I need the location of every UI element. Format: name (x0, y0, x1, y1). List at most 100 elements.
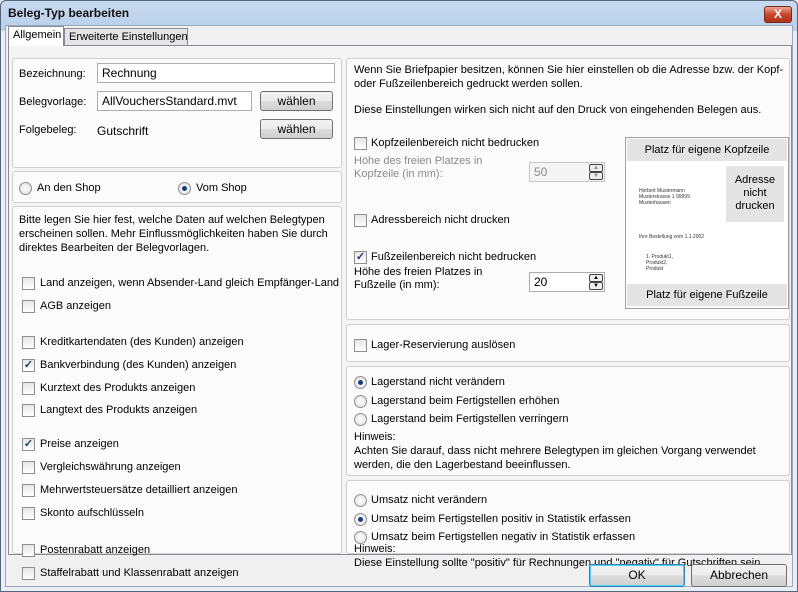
intro-line: oder Fußzeilenbereich gedruckt werden so… (354, 78, 583, 90)
tab-allgemein[interactable]: Allgemein (8, 26, 64, 46)
stock-reservation-label: Lager-Reservierung auslösen (371, 339, 516, 351)
belegvorlage-field[interactable]: AllVouchersStandard.mvt (97, 91, 252, 111)
belegvorlage-label: Belegvorlage: (19, 96, 87, 108)
stock-unchanged-radio[interactable] (354, 376, 367, 389)
data-option-label: Mehrwertsteuersätze detailliert anzeigen (40, 484, 238, 496)
data-option-checkbox[interactable] (22, 359, 35, 372)
hint-title: Hinweis: (354, 543, 396, 555)
folgebeleg-choose-button[interactable]: wählen (260, 119, 333, 139)
footer-area-label: Fußzeilenbereich nicht bedrucken (371, 251, 537, 263)
bezeichnung-label: Bezeichnung: (19, 68, 86, 80)
data-option-label: Vergleichswährung anzeigen (40, 461, 181, 473)
data-option-label: Skonto aufschlüsseln (40, 507, 144, 519)
label-line: Höhe des freien Platzes in (354, 155, 483, 167)
data-option-checkbox[interactable] (22, 404, 35, 417)
tab-erweiterte-einstellungen[interactable]: Erweiterte Einstellungen (64, 28, 188, 46)
data-option-checkbox[interactable] (22, 461, 35, 474)
label-line: Höhe des freien Platzes in (354, 266, 483, 278)
data-option-label: AGB anzeigen (40, 300, 111, 312)
preview-sender: Herbert Mustermann Musterstrasse 1 99999… (639, 188, 690, 206)
data-option-checkbox[interactable] (22, 507, 35, 520)
label-line: Kopfzeile (in mm): (354, 168, 443, 180)
data-option-checkbox[interactable] (22, 484, 35, 497)
vom-shop-radio[interactable] (178, 182, 191, 195)
window-title: Beleg-Typ bearbeiten (8, 6, 130, 20)
address-line: Adresse (734, 174, 776, 186)
intro-line: direktes Bearbeiten der Belegvorlagen. (19, 242, 210, 254)
address-line: nicht (743, 187, 767, 199)
data-options-group: Bitte legen Sie hier fest, welche Daten … (12, 206, 342, 580)
stock-options-group: Lagerstand nicht verändern Lagerstand be… (346, 366, 790, 476)
header-area-checkbox[interactable] (354, 137, 367, 150)
header-height-spinner: 50 ▲ ▼ (529, 162, 605, 182)
address-line: drucken (735, 200, 775, 212)
dialog-window: Beleg-Typ bearbeiten X Allgemein Erweite… (0, 0, 798, 592)
intro-line: Wenn Sie Briefpapier besitzen, können Si… (354, 64, 784, 76)
preview-address-area: Adresse nicht drucken (726, 166, 784, 222)
sender-line: Musterhausen (639, 200, 671, 206)
letter-preview: Platz für eigene Kopfzeile Adresse nicht… (625, 137, 789, 309)
hint-line: Achten Sie darauf, dass nicht mehrere Be… (354, 445, 756, 457)
stock-increase-radio[interactable] (354, 395, 367, 408)
intro-line: Bitte legen Sie hier fest, welche Daten … (19, 214, 325, 226)
preview-order-line: Ihre Bestellung vom 1.1.2002 (639, 234, 705, 240)
cancel-button[interactable]: Abbrechen (691, 564, 787, 587)
data-option-label: Staffelrabatt und Klassenrabatt anzeigen (40, 567, 239, 579)
letterhead-intro: Wenn Sie Briefpapier besitzen, können Si… (354, 63, 783, 91)
shop-direction-group: An den Shop Vom Shop (12, 171, 342, 203)
data-option-checkbox[interactable] (22, 438, 35, 451)
spin-down-icon[interactable]: ▼ (589, 282, 603, 290)
data-option-label: Land anzeigen, wenn Absender-Land gleich… (40, 277, 340, 289)
data-option-label: Postenrabatt anzeigen (40, 544, 151, 556)
intro-line: erscheinen sollen. Mehr Einflussmöglichk… (19, 228, 328, 240)
data-options-intro: Bitte legen Sie hier fest, welche Daten … (19, 213, 328, 255)
title-bar[interactable]: Beleg-Typ bearbeiten X (1, 1, 797, 27)
header-height-label: Höhe des freien Platzes in Kopfzeile (in… (354, 155, 482, 181)
data-option-label: Kurztext des Produkts anzeigen (40, 382, 196, 394)
close-button[interactable]: X (764, 6, 792, 23)
folgebeleg-label: Folgebeleg: (19, 124, 77, 136)
stock-increase-label: Lagerstand beim Fertigstellen erhöhen (371, 395, 560, 407)
hint-line: werden, die den Lagerbestand beeinflusse… (354, 459, 571, 471)
stock-decrease-radio[interactable] (354, 413, 367, 426)
revenue-positive-radio[interactable] (354, 513, 367, 526)
revenue-unchanged-radio[interactable] (354, 494, 367, 507)
data-option-checkbox[interactable] (22, 336, 35, 349)
an-den-shop-radio[interactable] (19, 182, 32, 195)
an-den-shop-label: An den Shop (37, 182, 101, 194)
label-line: Fußzeile (in mm): (354, 279, 440, 291)
data-option-label: Preise anzeigen (40, 438, 119, 450)
stock-decrease-label: Lagerstand beim Fertigstellen verringern (371, 413, 569, 425)
header-height-value: 50 (534, 165, 548, 179)
revenue-unchanged-label: Umsatz nicht verändern (371, 494, 488, 506)
spinner-arrows[interactable]: ▲ ▼ (589, 274, 603, 290)
data-option-checkbox[interactable] (22, 567, 35, 580)
hint-title: Hinweis: (354, 431, 396, 443)
header-area-label: Kopfzeilenbereich nicht bedrucken (371, 137, 540, 149)
data-option-label: Kreditkartendaten (des Kunden) anzeigen (40, 336, 244, 348)
bezeichnung-field[interactable]: Rechnung (97, 63, 335, 83)
revenue-options-group: Umsatz nicht verändern Umsatz beim Ferti… (346, 480, 790, 569)
dialog-client: Allgemein Erweiterte Einstellungen Bezei… (5, 25, 793, 587)
belegvorlage-choose-button[interactable]: wählen (260, 91, 333, 111)
footer-height-spinner[interactable]: 20 ▲ ▼ (529, 272, 605, 292)
address-area-label: Adressbereich nicht drucken (371, 214, 510, 226)
preview-footer-area: Platz für eigene Fußzeile (627, 284, 787, 306)
data-option-checkbox[interactable] (22, 277, 35, 290)
data-option-checkbox[interactable] (22, 300, 35, 313)
footer-area-checkbox[interactable] (354, 251, 367, 264)
stock-reservation-group: Lager-Reservierung auslösen (346, 324, 790, 362)
data-option-checkbox[interactable] (22, 544, 35, 557)
spin-up-icon[interactable]: ▲ (589, 274, 603, 282)
data-option-label: Langtext des Produkts anzeigen (40, 404, 198, 416)
revenue-positive-label: Umsatz beim Fertigstellen positiv in Sta… (371, 513, 631, 525)
letterhead-group: Wenn Sie Briefpapier besitzen, können Si… (346, 58, 790, 320)
product-line: Produkt (646, 266, 664, 272)
address-area-checkbox[interactable] (354, 214, 367, 227)
stock-reservation-checkbox[interactable] (354, 339, 367, 352)
footer-height-value: 20 (534, 275, 548, 289)
stock-unchanged-label: Lagerstand nicht verändern (371, 376, 505, 388)
data-option-checkbox[interactable] (22, 382, 35, 395)
ok-button[interactable]: OK (589, 564, 685, 587)
footer-height-label: Höhe des freien Platzes in Fußzeile (in … (354, 266, 482, 292)
